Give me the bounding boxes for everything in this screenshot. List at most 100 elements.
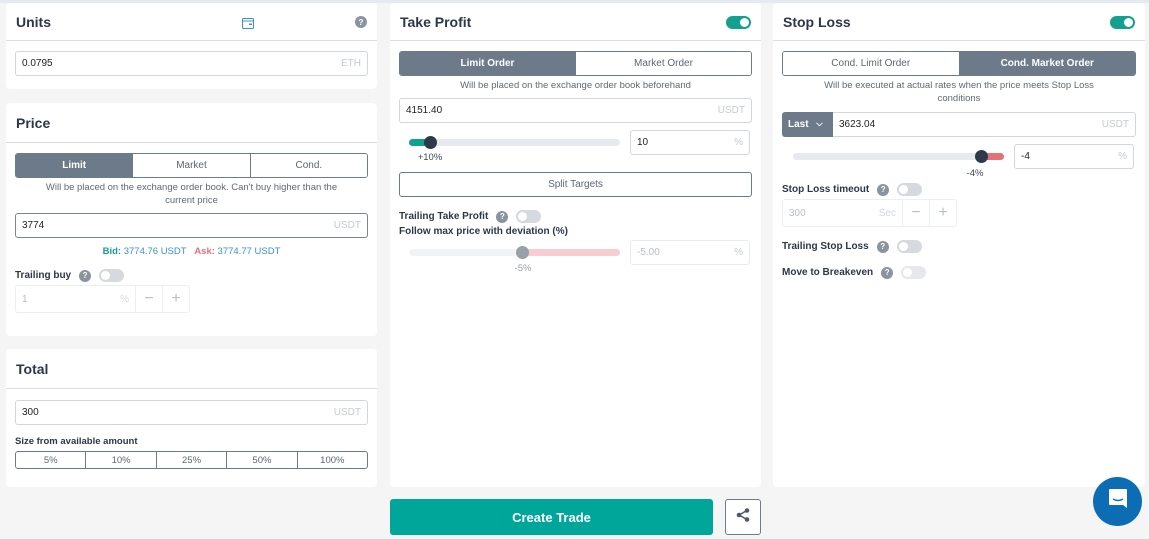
take-profit-slider-row: +10% 10 % [399,129,752,169]
units-title: Units [16,13,51,30]
size-options: 5% 10% 25% 50% 100% [15,451,368,469]
stop-loss-timeout-input[interactable]: 300 Sec [783,200,902,226]
take-profit-body: Limit Order Market Order Will be placed … [390,41,761,289]
take-profit-slider-track[interactable] [409,139,620,146]
question-icon[interactable]: ? [355,16,367,28]
size-option-10[interactable]: 10% [86,452,157,468]
trailing-buy-unit: % [120,293,129,305]
chat-icon [1108,488,1128,515]
take-profit-price-input[interactable]: 4151.40 USDT [399,98,752,123]
tab-cond[interactable]: Cond. [250,154,367,177]
stop-loss-price-input[interactable]: 3623.04 USDT [833,112,1136,137]
units-card: Units ? 0.0795 ETH [6,3,377,89]
units-unit: ETH [341,58,361,69]
price-hint: Will be placed on the exchange order boo… [45,182,338,206]
chat-button[interactable] [1093,477,1142,526]
units-body: 0.0795 ETH [6,41,377,86]
bid-label: Bid: [102,246,122,257]
price-type-tabs: Limit Market Cond. [15,153,368,178]
price-card: Price Limit Market Cond. Will be placed … [6,103,377,336]
move-to-breakeven-toggle[interactable] [901,266,927,279]
units-header: Units ? [6,3,377,41]
take-profit-slider-thumb[interactable] [424,136,437,149]
trailing-buy-row: Trailing buy ? [15,269,368,282]
stop-loss-header: Stop Loss [773,3,1145,41]
stop-loss-timeout-stepper: 300 Sec − + [782,199,957,227]
tab-cond-limit-order[interactable]: Cond. Limit Order [783,52,960,75]
price-type-dropdown[interactable]: Last [782,112,833,137]
minus-button[interactable]: − [135,286,162,312]
move-to-breakeven-label: Move to Breakeven [782,267,874,278]
trailing-buy-input[interactable]: 1 % [16,286,135,312]
ask-label: Ask: [194,246,215,257]
question-icon[interactable]: ? [79,269,92,282]
deviation-input[interactable]: -5.00 % [630,240,750,265]
size-option-25[interactable]: 25% [157,452,228,468]
chevron-down-icon [815,119,823,130]
take-profit-card: Take Profit Limit Order Market Order Wil… [390,3,761,487]
trailing-buy-toggle[interactable] [99,269,125,282]
price-unit: USDT [333,220,361,231]
size-label: Size from available amount [15,436,138,447]
stop-loss-percent-input[interactable]: -4 % [1014,144,1134,169]
price-value: 3774 [22,220,45,231]
price-type-value: Last [788,119,809,130]
take-profit-hint: Will be placed on the exchange order boo… [460,80,691,91]
total-header: Total [6,349,377,389]
size-option-50[interactable]: 50% [227,452,298,468]
question-icon[interactable]: ? [876,240,889,253]
trailing-stop-loss-toggle[interactable] [896,240,922,253]
stop-loss-timeout-toggle[interactable] [897,183,923,196]
question-icon[interactable]: ? [496,210,509,223]
total-input[interactable]: 300 USDT [15,400,368,425]
price-title: Price [16,114,51,131]
question-icon[interactable]: ? [877,183,890,196]
trailing-stop-loss-label: Trailing Stop Loss [782,241,869,252]
trailing-take-profit-row: Trailing Take Profit ? [399,210,752,223]
stop-loss-card: Stop Loss Cond. Limit Order Cond. Market… [773,3,1145,487]
take-profit-price-unit: USDT [717,105,745,116]
take-profit-toggle[interactable] [726,16,751,29]
price-body: Limit Market Cond. Will be placed on the… [6,143,377,323]
deviation-value: -5.00 [637,247,660,258]
take-profit-percent-input[interactable]: 10 % [630,130,750,155]
tab-market[interactable]: Market [133,154,251,177]
share-button[interactable] [725,499,761,535]
stop-loss-title: Stop Loss [783,13,851,30]
stop-loss-slider-track[interactable] [793,153,1004,160]
plus-button[interactable]: + [162,286,189,312]
stop-loss-timeout-label: Stop Loss timeout [782,184,870,195]
deviation-slider-row: -5% -5.00 % [399,239,752,279]
bid-value[interactable]: 3774.76 USDT [124,246,187,257]
stop-loss-order-tabs: Cond. Limit Order Cond. Market Order [782,51,1136,76]
stop-loss-slider-row: -4% -4 % [782,143,1136,183]
size-option-5[interactable]: 5% [16,452,87,468]
total-unit: USDT [333,407,361,418]
tab-limit[interactable]: Limit [16,154,134,177]
tab-cond-market-order[interactable]: Cond. Market Order [959,52,1135,75]
create-trade-button[interactable]: Create Trade [390,499,713,535]
stop-loss-slider-thumb[interactable] [975,150,988,163]
stop-loss-price-unit: USDT [1101,119,1129,130]
size-option-100[interactable]: 100% [298,452,367,468]
take-profit-order-tabs: Limit Order Market Order [399,51,752,76]
take-profit-header: Take Profit [390,3,761,41]
trailing-take-profit-toggle[interactable] [516,210,542,223]
stop-loss-toggle[interactable] [1110,16,1135,29]
question-icon[interactable]: ? [881,266,894,279]
take-profit-slider-label: +10% [417,152,443,163]
price-input[interactable]: 3774 USDT [15,213,368,238]
share-icon [735,507,751,528]
plus-button[interactable]: + [929,200,956,226]
wallet-icon[interactable] [242,16,254,34]
move-to-breakeven-row: Move to Breakeven ? [782,266,1136,279]
ask-value[interactable]: 3774.77 USDT [218,246,281,257]
stop-loss-price-row: Last 3623.04 USDT [782,112,1136,137]
units-input[interactable]: 0.0795 ETH [15,51,368,76]
split-targets-button[interactable]: Split Targets [399,172,752,197]
tab-limit-order[interactable]: Limit Order [400,52,576,75]
minus-button[interactable]: − [902,200,929,226]
stop-loss-timeout-unit: Sec [878,207,896,219]
tab-market-order[interactable]: Market Order [576,52,751,75]
deviation-slider-thumb[interactable] [516,246,529,259]
